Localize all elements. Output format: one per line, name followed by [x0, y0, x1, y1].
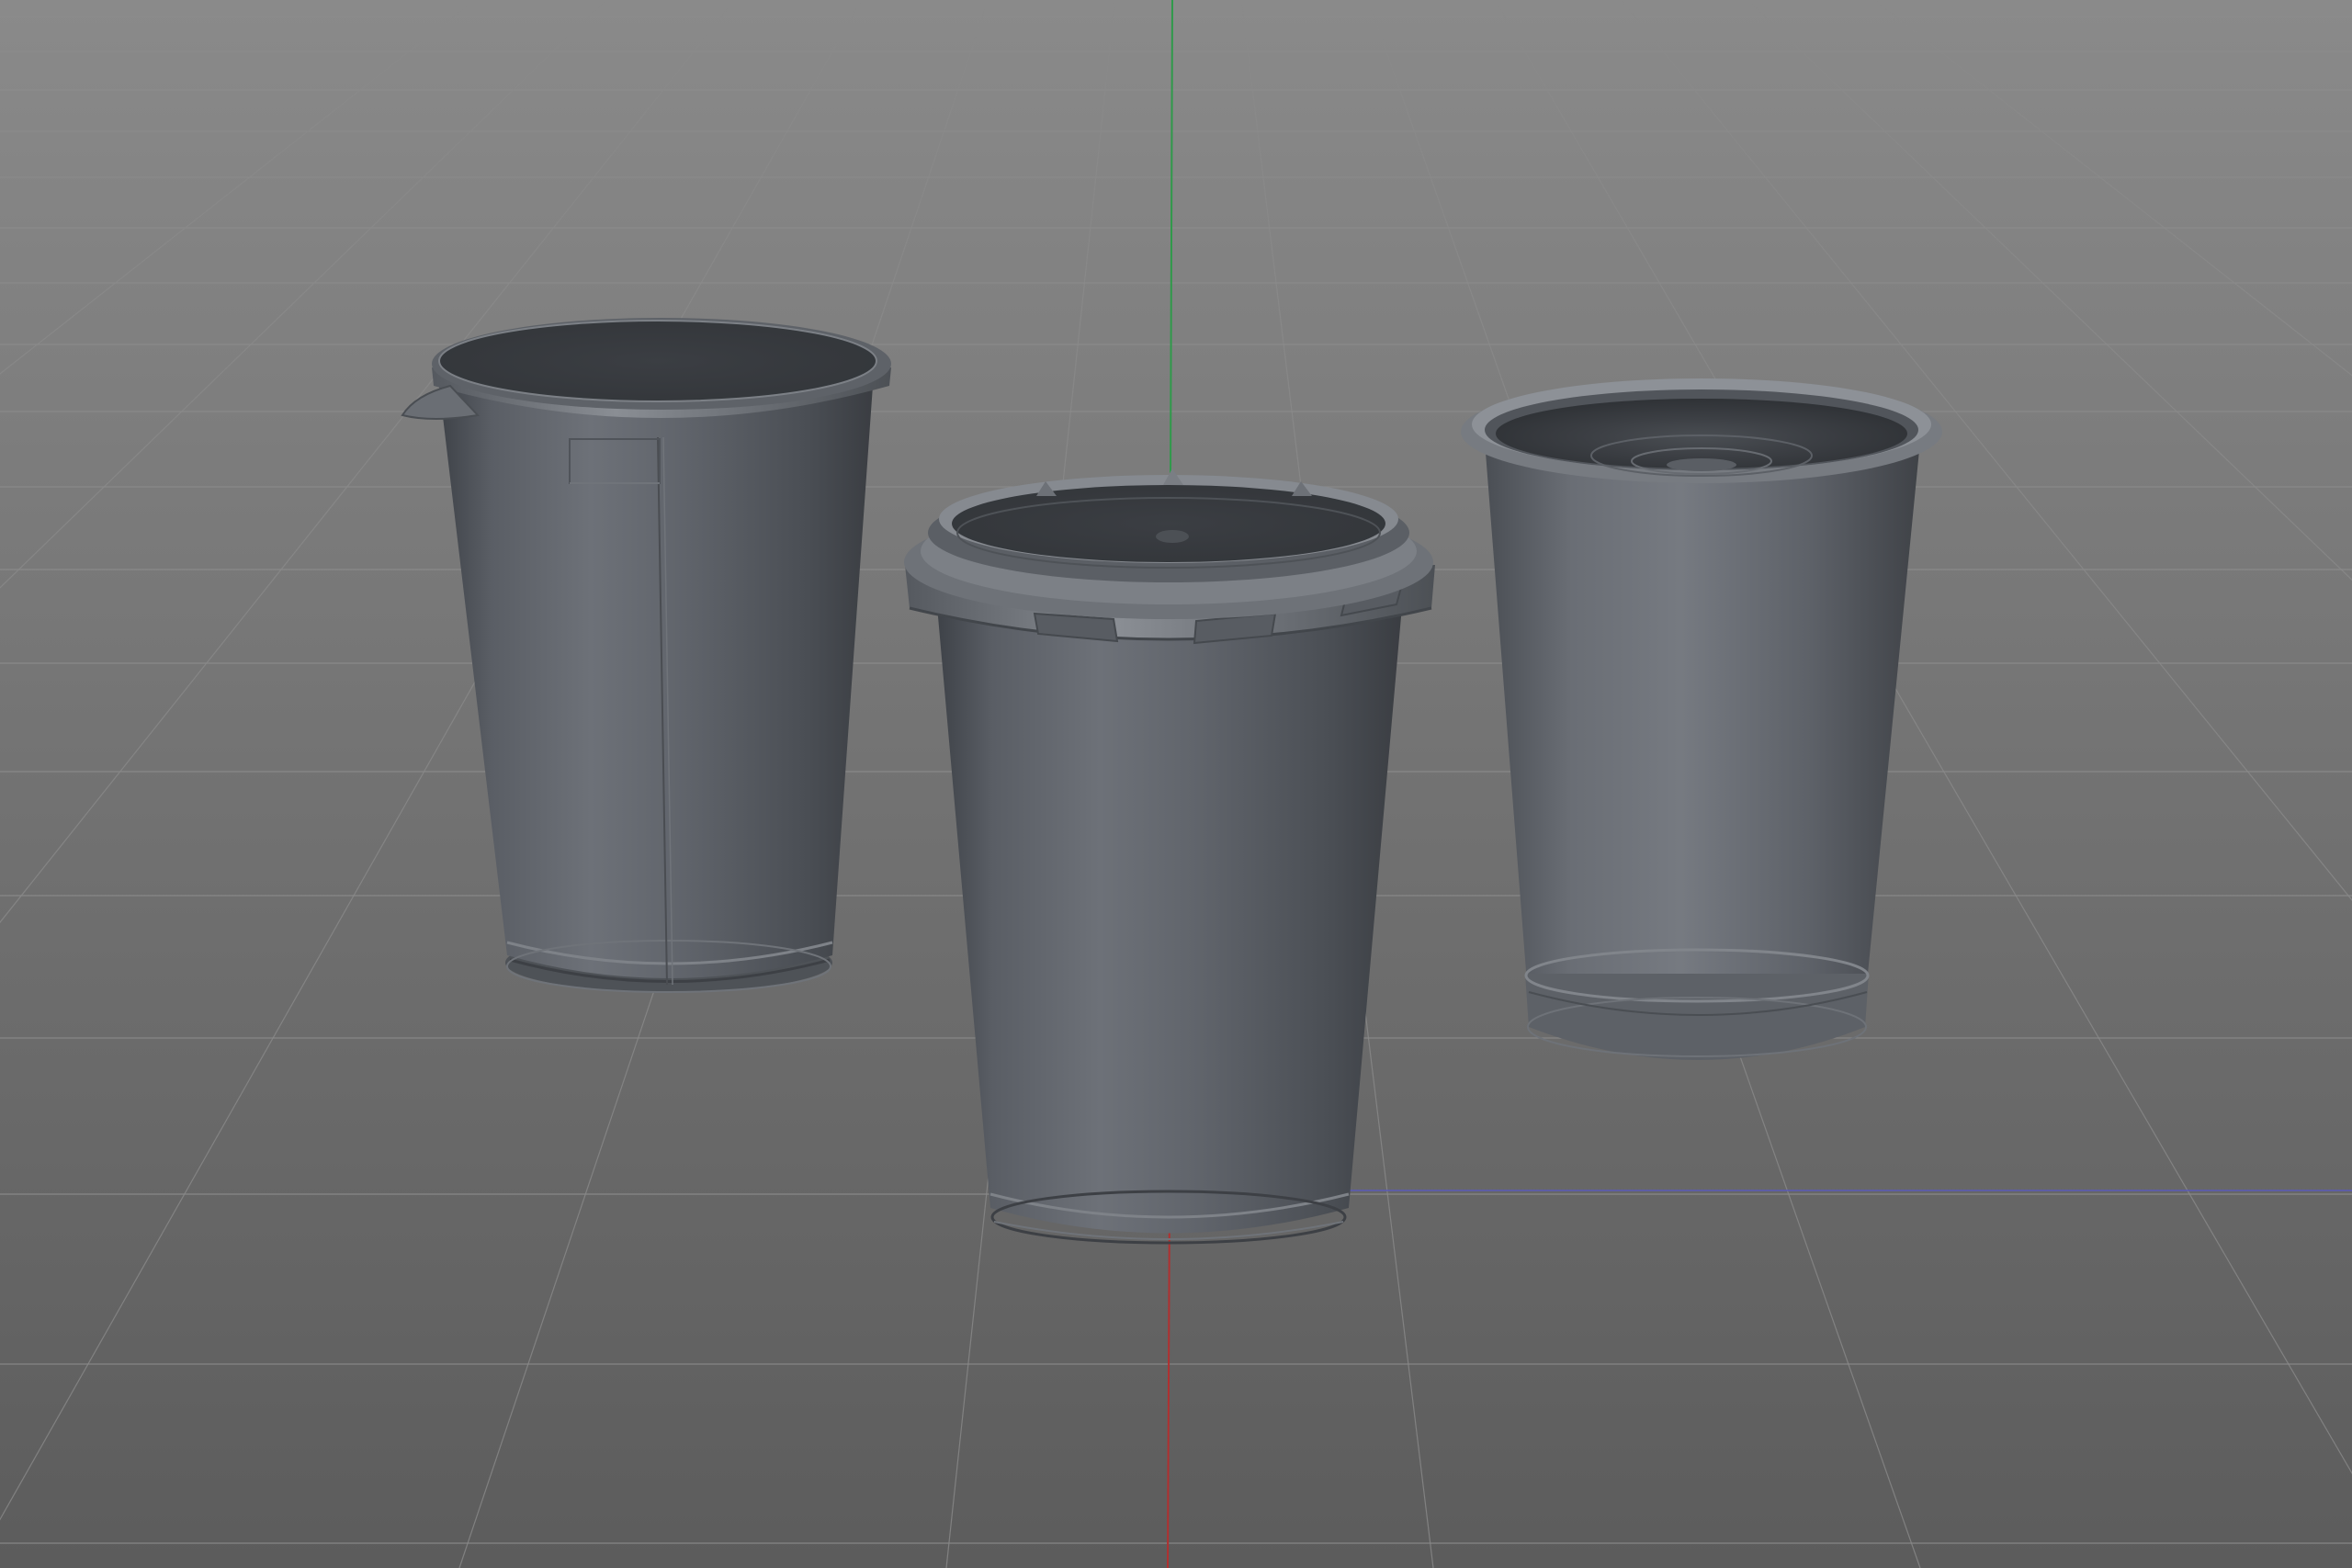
3d-viewport[interactable]: [0, 0, 2352, 1568]
cup-with-snap-lid[interactable]: [904, 468, 1435, 1245]
